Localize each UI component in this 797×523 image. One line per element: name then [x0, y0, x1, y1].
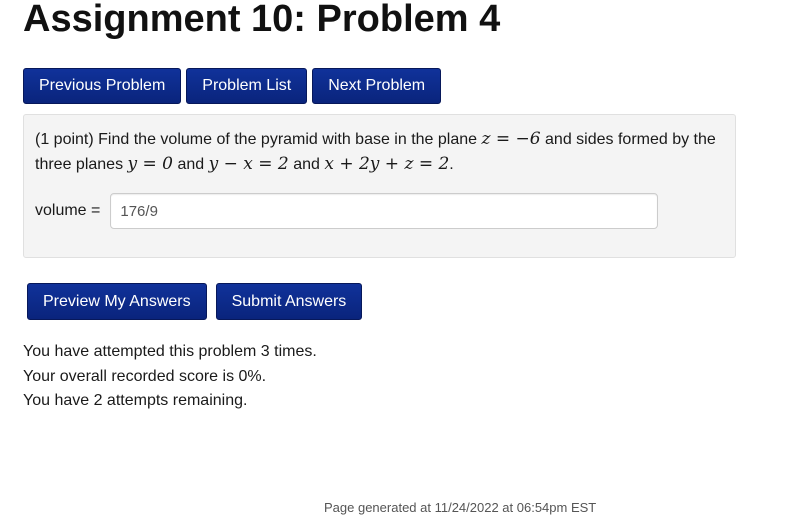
- math-plane-1: y = 0: [127, 154, 173, 174]
- problem-text-end: .: [449, 156, 454, 173]
- answer-row: volume =: [35, 193, 659, 229]
- problem-nav-bar: Previous Problem Problem List Next Probl…: [23, 68, 442, 104]
- attempts-count-text: You have attempted this problem 3 times.: [23, 343, 317, 360]
- math-base-plane: z = −6: [481, 129, 541, 149]
- volume-label: volume =: [35, 202, 101, 219]
- answer-actions: Preview My Answers Submit Answers: [27, 283, 363, 320]
- math-plane-3: x + 2y + z = 2: [324, 154, 450, 174]
- attempts-remaining-text: You have 2 attempts remaining.: [23, 392, 248, 409]
- recorded-score-text: Your overall recorded score is 0%.: [23, 367, 267, 385]
- page-footer: Page generated at 11/24/2022 at 06:54pm …: [324, 500, 597, 515]
- previous-problem-button[interactable]: Previous Problem: [23, 68, 182, 104]
- problem-text-and-1: and: [177, 156, 205, 173]
- volume-answer-input[interactable]: [110, 193, 659, 229]
- problem-container: (1 point) Find the volume of the pyramid…: [23, 114, 736, 258]
- problem-statement: (1 point) Find the volume of the pyramid…: [35, 127, 725, 177]
- page-title: Assignment 10: Problem 4: [23, 0, 501, 40]
- preview-answers-button[interactable]: Preview My Answers: [27, 283, 207, 320]
- problem-text-and-2: and: [293, 156, 320, 173]
- problem-text-part1: Find the volume of the pyramid with base…: [98, 131, 478, 148]
- problem-points: (1 point): [35, 131, 94, 148]
- math-plane-2: y − x = 2: [208, 154, 289, 174]
- problem-list-button[interactable]: Problem List: [186, 68, 308, 104]
- attempt-status: You have attempted this problem 3 times.…: [23, 340, 317, 414]
- next-problem-button[interactable]: Next Problem: [312, 68, 442, 104]
- submit-answers-button[interactable]: Submit Answers: [215, 283, 363, 320]
